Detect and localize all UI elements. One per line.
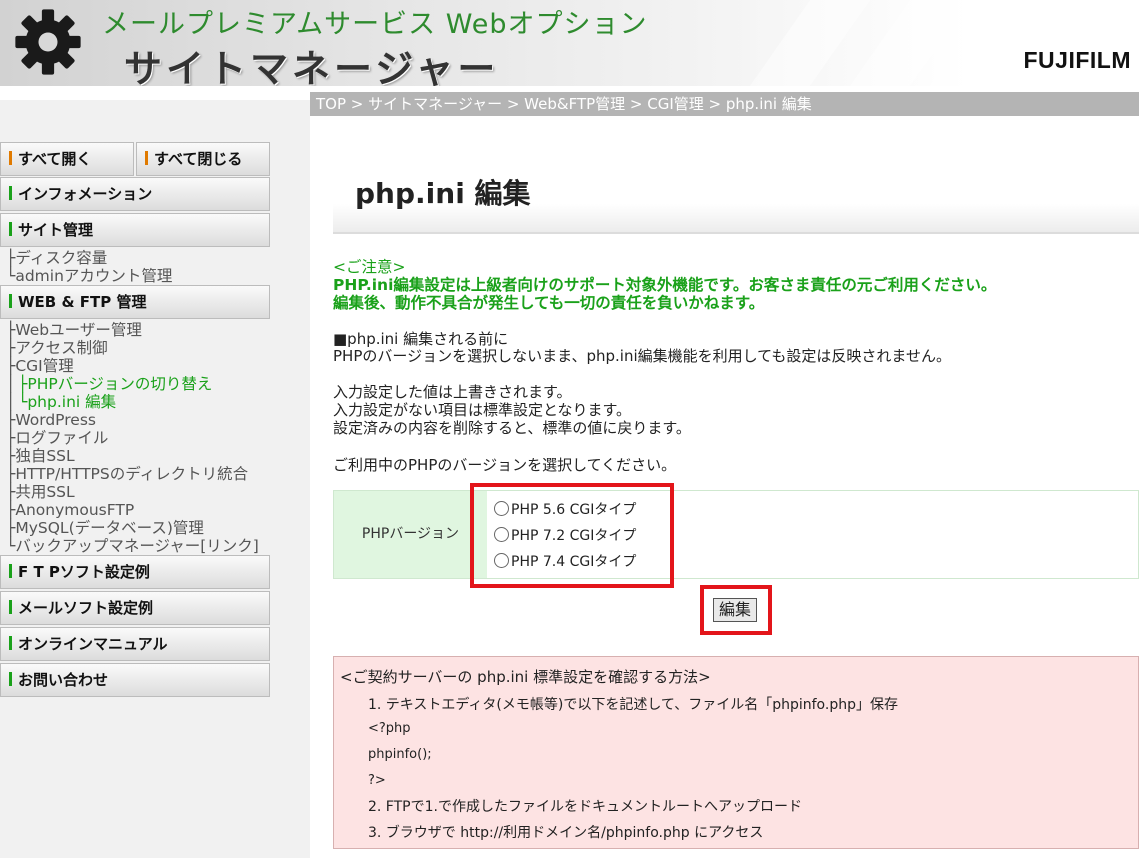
select-prompt: ご利用中のPHPのバージョンを選択してください。 <box>333 456 677 474</box>
highlight-box-versions <box>470 483 674 588</box>
warning-heading: <ご注意> <box>333 258 406 276</box>
page-title: php.ini 編集 <box>355 177 531 210</box>
nav-mysql[interactable]: ├MySQL(データベース)管理 <box>6 519 204 537</box>
nav-cgi[interactable]: ├CGI管理 <box>6 357 74 375</box>
page-title-bar: php.ini 編集 <box>333 162 1139 234</box>
nav-own-ssl[interactable]: ├独自SSL <box>6 447 75 465</box>
warning-line-1: PHP.ini編集設定は上級者向けのサポート対象外機能です。お客さま責任の元ご利… <box>333 276 997 294</box>
before-text: PHPのバージョンを選択しないまま、php.ini編集機能を利用しても設定は反映… <box>333 347 951 365</box>
info-code-2: phpinfo(); <box>368 747 432 762</box>
note-default: 入力設定がない項目は標準設定となります。 <box>333 401 632 419</box>
nav-information[interactable]: インフォメーション <box>0 177 270 211</box>
gear-icon <box>15 9 81 75</box>
nav-wordpress[interactable]: ├WordPress <box>6 411 96 429</box>
sidebar: すべて開く すべて閉じる インフォメーション サイト管理 ├ディスク容量 └ad… <box>0 100 310 858</box>
info-code-3: ?> <box>368 773 386 788</box>
nav-shared-ssl[interactable]: ├共用SSL <box>6 483 75 501</box>
nav-web-users[interactable]: ├Webユーザー管理 <box>6 321 142 339</box>
nav-php-version[interactable]: │ ├PHPバージョンの切り替え <box>6 375 212 393</box>
nav-contact[interactable]: お問い合わせ <box>0 663 270 697</box>
nav-http-https[interactable]: ├HTTP/HTTPSのディレクトリ統合 <box>6 465 248 483</box>
note-delete: 設定済みの内容を削除すると、標準の値に戻ります。 <box>333 419 691 437</box>
nav-anonymous-ftp[interactable]: ├AnonymousFTP <box>6 501 134 519</box>
info-step-2: 2. FTPで1.で作成したファイルをドキュメントルートへアップロード <box>368 799 802 815</box>
brand-logo: FUJIFILM <box>1023 47 1131 73</box>
nav-logfile[interactable]: ├ログファイル <box>6 429 108 447</box>
info-code-1: <?php <box>368 721 411 736</box>
warning-line-2: 編集後、動作不具合が発生しても一切の責任を負いかねます。 <box>333 294 765 312</box>
info-title: <ご契約サーバーの php.ini 標準設定を確認する方法> <box>340 668 711 686</box>
php-version-label: PHPバージョン <box>334 491 487 578</box>
nav-site-admin[interactable]: サイト管理 <box>0 213 270 247</box>
info-box: <ご契約サーバーの php.ini 標準設定を確認する方法> 1. テキストエデ… <box>333 656 1139 849</box>
open-all-button[interactable]: すべて開く <box>0 142 134 176</box>
nav-mail-soft[interactable]: メールソフト設定例 <box>0 591 270 625</box>
nav-backup-link[interactable]: └バックアップマネージャー[リンク] <box>6 537 259 555</box>
nav-online-manual[interactable]: オンラインマニュアル <box>0 627 270 661</box>
nav-disk-usage[interactable]: ├ディスク容量 <box>6 249 107 267</box>
info-step-1: 1. テキストエディタ(メモ帳等)で以下を記述して、ファイル名「phpinfo.… <box>368 697 898 713</box>
header-subtitle: メールプレミアムサービス Webオプション <box>102 9 648 40</box>
nav-admin-account[interactable]: └adminアカウント管理 <box>6 267 172 285</box>
nav-php-ini[interactable]: │ └php.ini 編集 <box>6 393 116 411</box>
note-overwrite: 入力設定した値は上書きされます。 <box>333 383 572 401</box>
nav-ftp-soft[interactable]: F T Pソフト設定例 <box>0 555 270 589</box>
nav-access-control[interactable]: ├アクセス制御 <box>6 339 108 357</box>
php-version-table: PHPバージョン <box>333 490 1139 579</box>
site-header: メールプレミアムサービス Webオプション サイトマネージャー FUJIFILM <box>0 0 1139 86</box>
close-all-button[interactable]: すべて閉じる <box>136 142 270 176</box>
header-title: サイトマネージャー <box>124 47 500 86</box>
before-heading: ■php.ini 編集される前に <box>333 330 509 348</box>
highlight-box-edit <box>700 585 772 635</box>
nav-web-ftp[interactable]: WEB & FTP 管理 <box>0 285 270 319</box>
breadcrumb: TOP > サイトマネージャー > Web&FTP管理 > CGI管理 > ph… <box>310 92 1139 116</box>
info-step-3: 3. ブラウザで http://利用ドメイン名/phpinfo.php にアクセ… <box>368 825 764 841</box>
